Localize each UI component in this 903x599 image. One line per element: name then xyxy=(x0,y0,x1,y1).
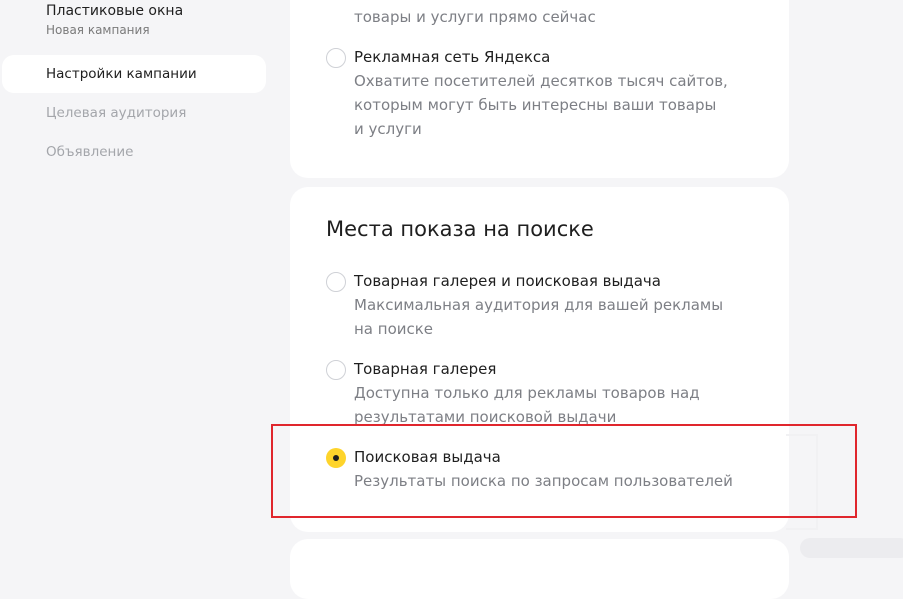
sidebar: Пластиковые окна Новая кампания Настройк… xyxy=(0,0,270,545)
ad-networks-card: товары и услуги прямо сейчас Рекламная с… xyxy=(290,0,789,178)
desc-line: и услуги xyxy=(354,120,422,138)
option-title: Рекламная сеть Яндекса xyxy=(354,48,551,66)
sidebar-item-campaign-settings[interactable]: Настройки кампании xyxy=(2,55,266,93)
desc-line: на поиске xyxy=(354,320,434,338)
sidebar-item-target-audience[interactable]: Целевая аудитория xyxy=(2,94,266,132)
option-title: Товарная галерея xyxy=(354,360,497,378)
option-title: Товарная галерея и поисковая выдача xyxy=(354,272,661,290)
section-title: Места показа на поиске xyxy=(326,217,594,241)
radio-product-gallery[interactable] xyxy=(326,360,346,380)
campaign-name: Пластиковые окна xyxy=(46,3,184,19)
campaign-subtitle: Новая кампания xyxy=(46,23,150,37)
sidebar-item-ad[interactable]: Объявление xyxy=(2,133,266,171)
desc-line: Максимальная аудитория для вашей рекламы xyxy=(354,296,724,314)
radio-yandex-ad-network[interactable] xyxy=(326,48,346,68)
highlight-frame xyxy=(271,424,857,518)
desc-line: которым могут быть интересны ваши товары xyxy=(354,96,717,114)
next-card xyxy=(290,539,789,599)
floating-panel-edge xyxy=(800,538,903,558)
partial-option-desc: товары и услуги прямо сейчас xyxy=(354,8,596,26)
desc-line: Охватите посетителей десятков тысяч сайт… xyxy=(354,72,728,90)
option-description: Доступна только для рекламы товаров над … xyxy=(354,381,734,429)
radio-gallery-and-search[interactable] xyxy=(326,272,346,292)
desc-line: Доступна только для рекламы товаров над xyxy=(354,384,700,402)
option-description: Максимальная аудитория для вашей рекламы… xyxy=(354,293,734,341)
option-description: Охватите посетителей десятков тысяч сайт… xyxy=(354,69,734,141)
